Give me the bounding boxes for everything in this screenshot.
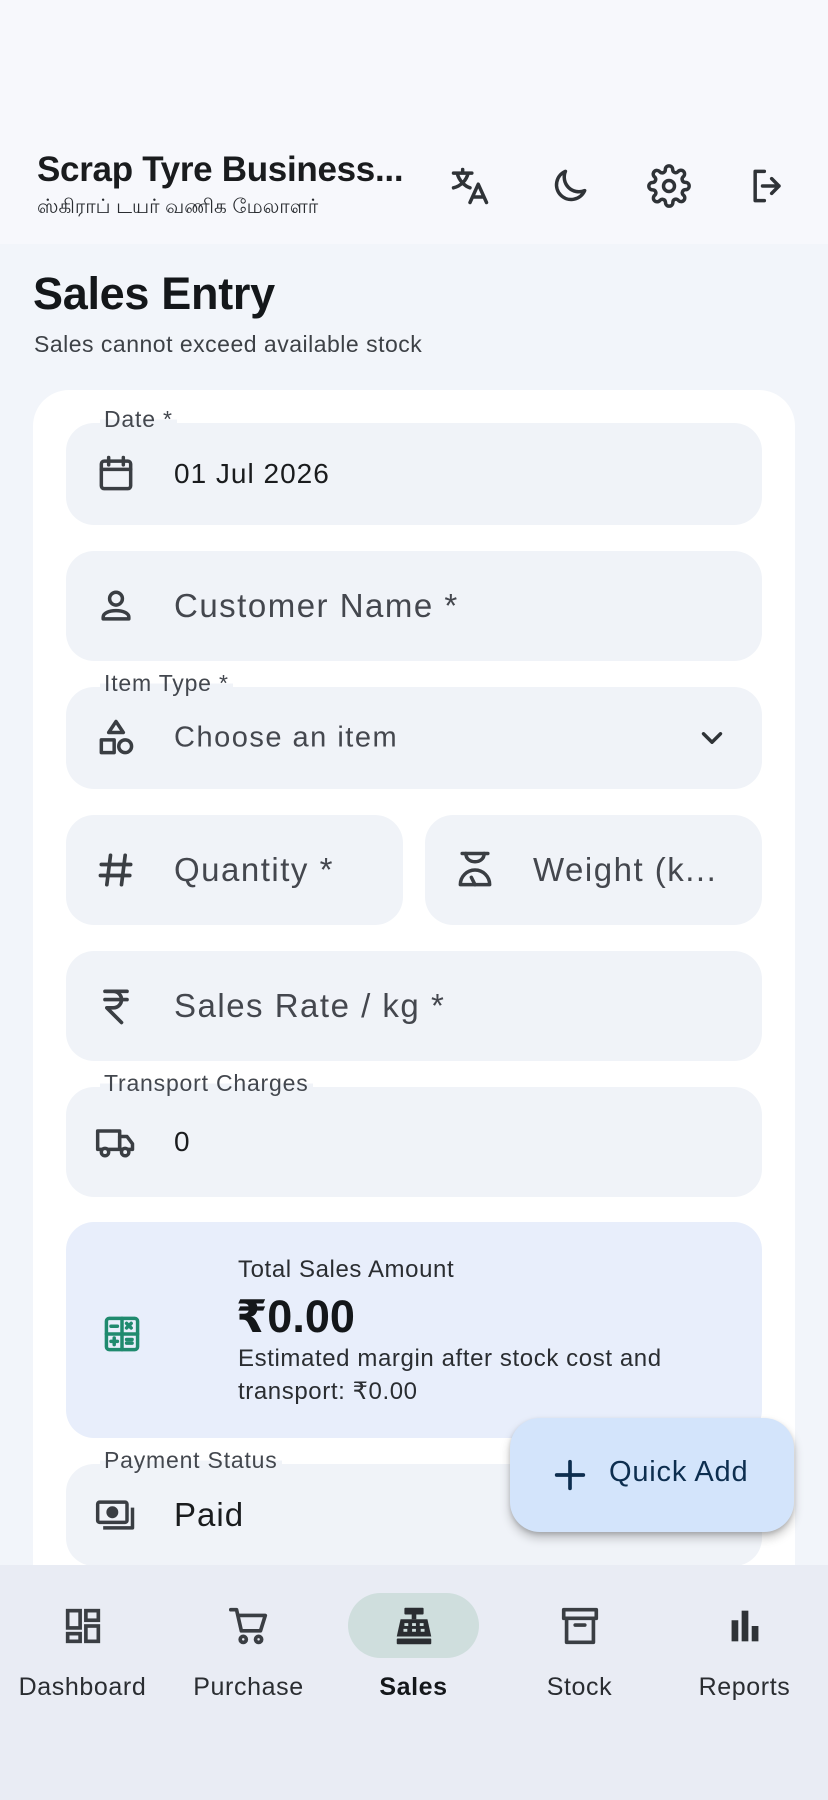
payments-icon [92, 1491, 140, 1539]
weight-placeholder: Weight (k... [533, 851, 718, 888]
payment-status-label: Payment Status [100, 1447, 282, 1474]
logout-icon [753, 169, 781, 203]
date-label: Date * [100, 406, 177, 433]
dark-mode-button[interactable] [542, 158, 598, 214]
quick-add-label: Quick Add [609, 1456, 749, 1488]
chevron-down-icon [692, 718, 732, 758]
translate-button[interactable] [442, 158, 498, 214]
sales-entry-screen: Scrap Tyre Business... ஸ்கிராப் டயர் வணி… [0, 0, 828, 1800]
rupee-icon [92, 982, 140, 1030]
nav-icon-container [17, 1593, 148, 1658]
date-value: 01 Jul 2026 [174, 458, 330, 489]
app-title: Scrap Tyre Business... [37, 150, 404, 189]
customer-name-placeholder: Customer Name * [174, 587, 459, 624]
plus-icon [554, 1459, 586, 1491]
calculator-icon [104, 1316, 140, 1352]
translate-icon [451, 167, 489, 205]
dashboard-icon [65, 1608, 100, 1643]
nav-item-purchase[interactable]: Purchase [166, 1593, 331, 1713]
page-title: Sales Entry [33, 268, 275, 319]
estimated-margin-note: Estimated margin after stock cost and tr… [238, 1345, 662, 1405]
cart-icon [228, 1607, 267, 1644]
nav-item-sales[interactable]: Sales [331, 1593, 496, 1713]
nav-icon-container [183, 1593, 314, 1658]
app-subtitle: ஸ்கிராப் டயர் வணிக மேலாளர் [37, 196, 319, 218]
item-type-value: Choose an item [174, 721, 399, 754]
nav-icon-container [514, 1593, 645, 1658]
settings-icon [647, 164, 691, 208]
transport-charges-value: 0 [174, 1126, 191, 1157]
nav-item-stock[interactable]: Stock [497, 1593, 662, 1713]
total-sales-amount: ₹0.00 [236, 1291, 355, 1342]
page-subtitle: Sales cannot exceed available stock [34, 331, 423, 357]
nav-label-reports: Reports [698, 1673, 791, 1701]
total-sales-summary: Total Sales Amount ₹0.00 Estimated margi… [66, 1222, 762, 1438]
nav-label-stock: Stock [546, 1673, 613, 1701]
category-icon [92, 714, 140, 762]
app-bar: Scrap Tyre Business... ஸ்கிராப் டயர் வணி… [0, 0, 828, 244]
item-type-select[interactable]: Item Type * Choose an item [66, 670, 762, 789]
item-type-label: Item Type * [100, 670, 233, 697]
nav-label-dashboard: Dashboard [18, 1673, 147, 1701]
nav-active-indicator [348, 1593, 479, 1658]
quantity-placeholder: Quantity * [174, 851, 334, 888]
truck-icon [92, 1118, 140, 1166]
bottom-navigation: Dashboard Purchase Sales Stock Reports [0, 1565, 828, 1800]
sales-rate-placeholder: Sales Rate / kg * [174, 987, 446, 1024]
bar-chart-icon [731, 1610, 758, 1641]
transport-charges-input[interactable]: Transport Charges 0 [66, 1070, 762, 1197]
archive-box-icon [561, 1607, 598, 1644]
cash-register-icon [396, 1607, 431, 1644]
date-field[interactable]: Date * 01 Jul 2026 [66, 406, 762, 525]
logout-button[interactable] [740, 158, 796, 214]
scale-icon [451, 846, 499, 894]
sales-rate-input[interactable]: Sales Rate / kg * [66, 951, 762, 1061]
nav-label-purchase: Purchase [193, 1673, 304, 1701]
nav-item-reports[interactable]: Reports [662, 1593, 827, 1713]
payment-status-value: Paid [174, 1496, 245, 1533]
quantity-input[interactable]: Quantity * [66, 815, 403, 925]
calendar-icon [92, 450, 140, 498]
settings-button[interactable] [641, 158, 697, 214]
dark-mode-icon [554, 169, 587, 202]
customer-name-input[interactable]: Customer Name * [66, 551, 762, 661]
quick-add-button[interactable]: Quick Add [510, 1418, 794, 1532]
nav-label-sales: Sales [379, 1673, 448, 1701]
nav-item-dashboard[interactable]: Dashboard [0, 1593, 165, 1713]
weight-input[interactable]: Weight (k... [425, 815, 762, 925]
person-icon [92, 582, 140, 630]
nav-icon-container [679, 1593, 810, 1658]
transport-charges-label: Transport Charges [100, 1070, 313, 1097]
total-sales-label: Total Sales Amount [238, 1256, 455, 1283]
hash-icon [92, 846, 140, 894]
